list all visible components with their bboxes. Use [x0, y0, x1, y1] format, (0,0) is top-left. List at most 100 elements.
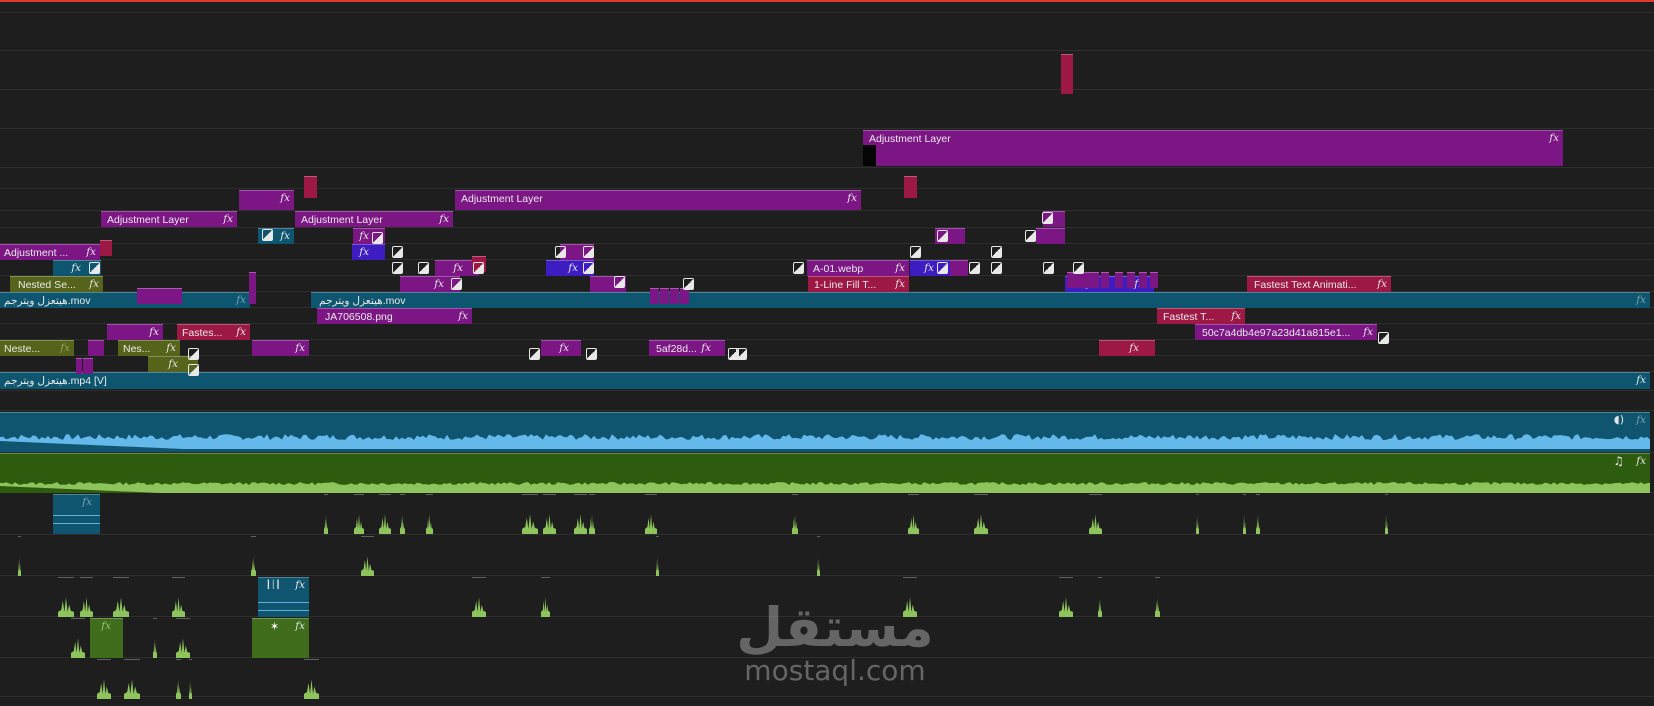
clip[interactable]: fx [1099, 340, 1155, 356]
transition-icon[interactable] [1042, 212, 1053, 224]
clip[interactable]: fx [541, 340, 581, 356]
clip[interactable]: Adjustment Layer fx [295, 211, 453, 227]
small-clip[interactable] [792, 494, 798, 534]
clip[interactable]: 1-Line Fill T... fx [808, 276, 909, 292]
small-clip[interactable] [18, 536, 21, 576]
small-clip[interactable] [1098, 577, 1102, 617]
small-clip[interactable] [324, 494, 328, 534]
small-clip[interactable] [83, 358, 93, 374]
small-clip[interactable] [645, 494, 657, 534]
small-clip[interactable] [1127, 272, 1135, 288]
transition-icon[interactable] [262, 229, 273, 241]
small-clip[interactable] [1256, 494, 1260, 534]
clip[interactable]: هيتعزل ويترجم.mov fx [0, 292, 250, 308]
clip[interactable]: Adjustment Layer fx [455, 190, 861, 210]
small-clip[interactable] [1101, 272, 1109, 288]
clip[interactable]: Nested Se... fx [10, 276, 103, 292]
transition-icon[interactable] [451, 278, 462, 290]
small-clip[interactable] [908, 494, 919, 534]
transition-icon[interactable] [555, 246, 566, 258]
small-clip[interactable] [1150, 272, 1158, 288]
transition-icon[interactable] [937, 262, 948, 274]
transition-icon[interactable] [583, 262, 594, 274]
small-clip[interactable] [680, 288, 689, 304]
audio-clip-music[interactable]: ♫ fx [0, 453, 1650, 493]
clip[interactable]: 50c7a4db4e97a23d41a815e1... fx [1195, 324, 1377, 340]
small-clip[interactable] [1243, 494, 1246, 534]
small-clip[interactable] [304, 176, 317, 198]
clip[interactable]: JA706508.png fx [317, 308, 472, 324]
audio-clip-voice[interactable]: ◖) fx [0, 412, 1650, 452]
transition-icon[interactable] [969, 262, 980, 274]
small-clip[interactable] [574, 494, 587, 534]
transition-icon[interactable] [614, 276, 625, 288]
small-clip[interactable] [176, 618, 190, 658]
small-clip[interactable] [660, 288, 669, 304]
small-clip[interactable] [974, 494, 988, 534]
transition-icon[interactable] [793, 262, 804, 274]
clip[interactable]: fx [239, 190, 294, 210]
small-clip[interactable] [97, 659, 111, 699]
small-clip[interactable] [1196, 494, 1199, 534]
small-clip[interactable] [249, 272, 256, 304]
small-clip[interactable] [76, 358, 82, 374]
clip[interactable]: Fastes... fx [177, 324, 250, 340]
small-clip[interactable] [153, 618, 157, 658]
transition-icon[interactable] [529, 348, 540, 360]
transition-icon[interactable] [89, 262, 100, 274]
small-clip[interactable] [1155, 577, 1160, 617]
small-clip[interactable] [304, 659, 319, 699]
transition-icon[interactable] [683, 278, 694, 290]
small-clip[interactable] [522, 494, 538, 534]
small-clip[interactable] [656, 536, 659, 576]
transition-icon[interactable] [392, 246, 403, 258]
small-clip[interactable] [1067, 272, 1075, 288]
small-clip[interactable] [1139, 272, 1147, 288]
audio-clip[interactable]: ✶ fx [252, 618, 309, 658]
small-clip[interactable] [176, 659, 181, 699]
small-clip[interactable] [472, 577, 486, 617]
clip[interactable]: هيتعزل ويترجم.mov fx [311, 292, 1650, 308]
transition-icon[interactable] [473, 262, 484, 274]
small-clip[interactable] [904, 176, 917, 198]
transition-icon[interactable] [1043, 262, 1054, 274]
transition-icon[interactable] [188, 348, 199, 360]
small-clip[interactable] [650, 288, 659, 304]
small-clip[interactable] [817, 536, 820, 576]
small-clip[interactable] [543, 494, 556, 534]
transition-icon[interactable] [586, 348, 597, 360]
clip[interactable] [1036, 228, 1065, 244]
clip[interactable]: Adjustment ... fx [0, 244, 100, 260]
clip[interactable]: fx [352, 244, 385, 260]
small-clip[interactable] [361, 536, 374, 576]
small-clip[interactable] [189, 659, 192, 699]
small-clip[interactable] [1385, 494, 1388, 534]
clip[interactable]: fx [107, 324, 163, 340]
transition-icon[interactable] [372, 232, 383, 244]
clip[interactable]: 5af28d... fx [649, 340, 725, 356]
transition-icon[interactable] [991, 246, 1002, 258]
transition-icon[interactable] [188, 364, 199, 376]
small-clip[interactable] [1089, 494, 1102, 534]
playhead-line[interactable] [0, 0, 1654, 2]
small-clip[interactable] [354, 494, 364, 534]
small-clip[interactable] [124, 659, 140, 699]
clip[interactable]: fx [252, 340, 309, 356]
transition-icon[interactable] [1378, 332, 1389, 344]
clip[interactable]: Fastest Text Animati... fx [1247, 276, 1391, 292]
small-clip[interactable] [670, 288, 679, 304]
small-clip[interactable] [100, 240, 112, 256]
clip[interactable]: Adjustment Layer fx [101, 211, 237, 227]
audio-clip[interactable]: fx [90, 618, 123, 658]
small-clip[interactable] [1061, 54, 1073, 94]
small-clip[interactable] [541, 577, 550, 617]
small-clip[interactable] [137, 288, 182, 304]
small-clip[interactable] [1083, 272, 1091, 288]
clip[interactable]: Nes... fx [118, 340, 180, 356]
small-clip[interactable] [1075, 272, 1083, 288]
small-clip[interactable] [58, 577, 74, 617]
audio-clip[interactable]: fx [53, 494, 100, 534]
small-clip[interactable] [400, 494, 405, 534]
small-clip[interactable] [80, 577, 93, 617]
small-clip[interactable] [113, 577, 129, 617]
